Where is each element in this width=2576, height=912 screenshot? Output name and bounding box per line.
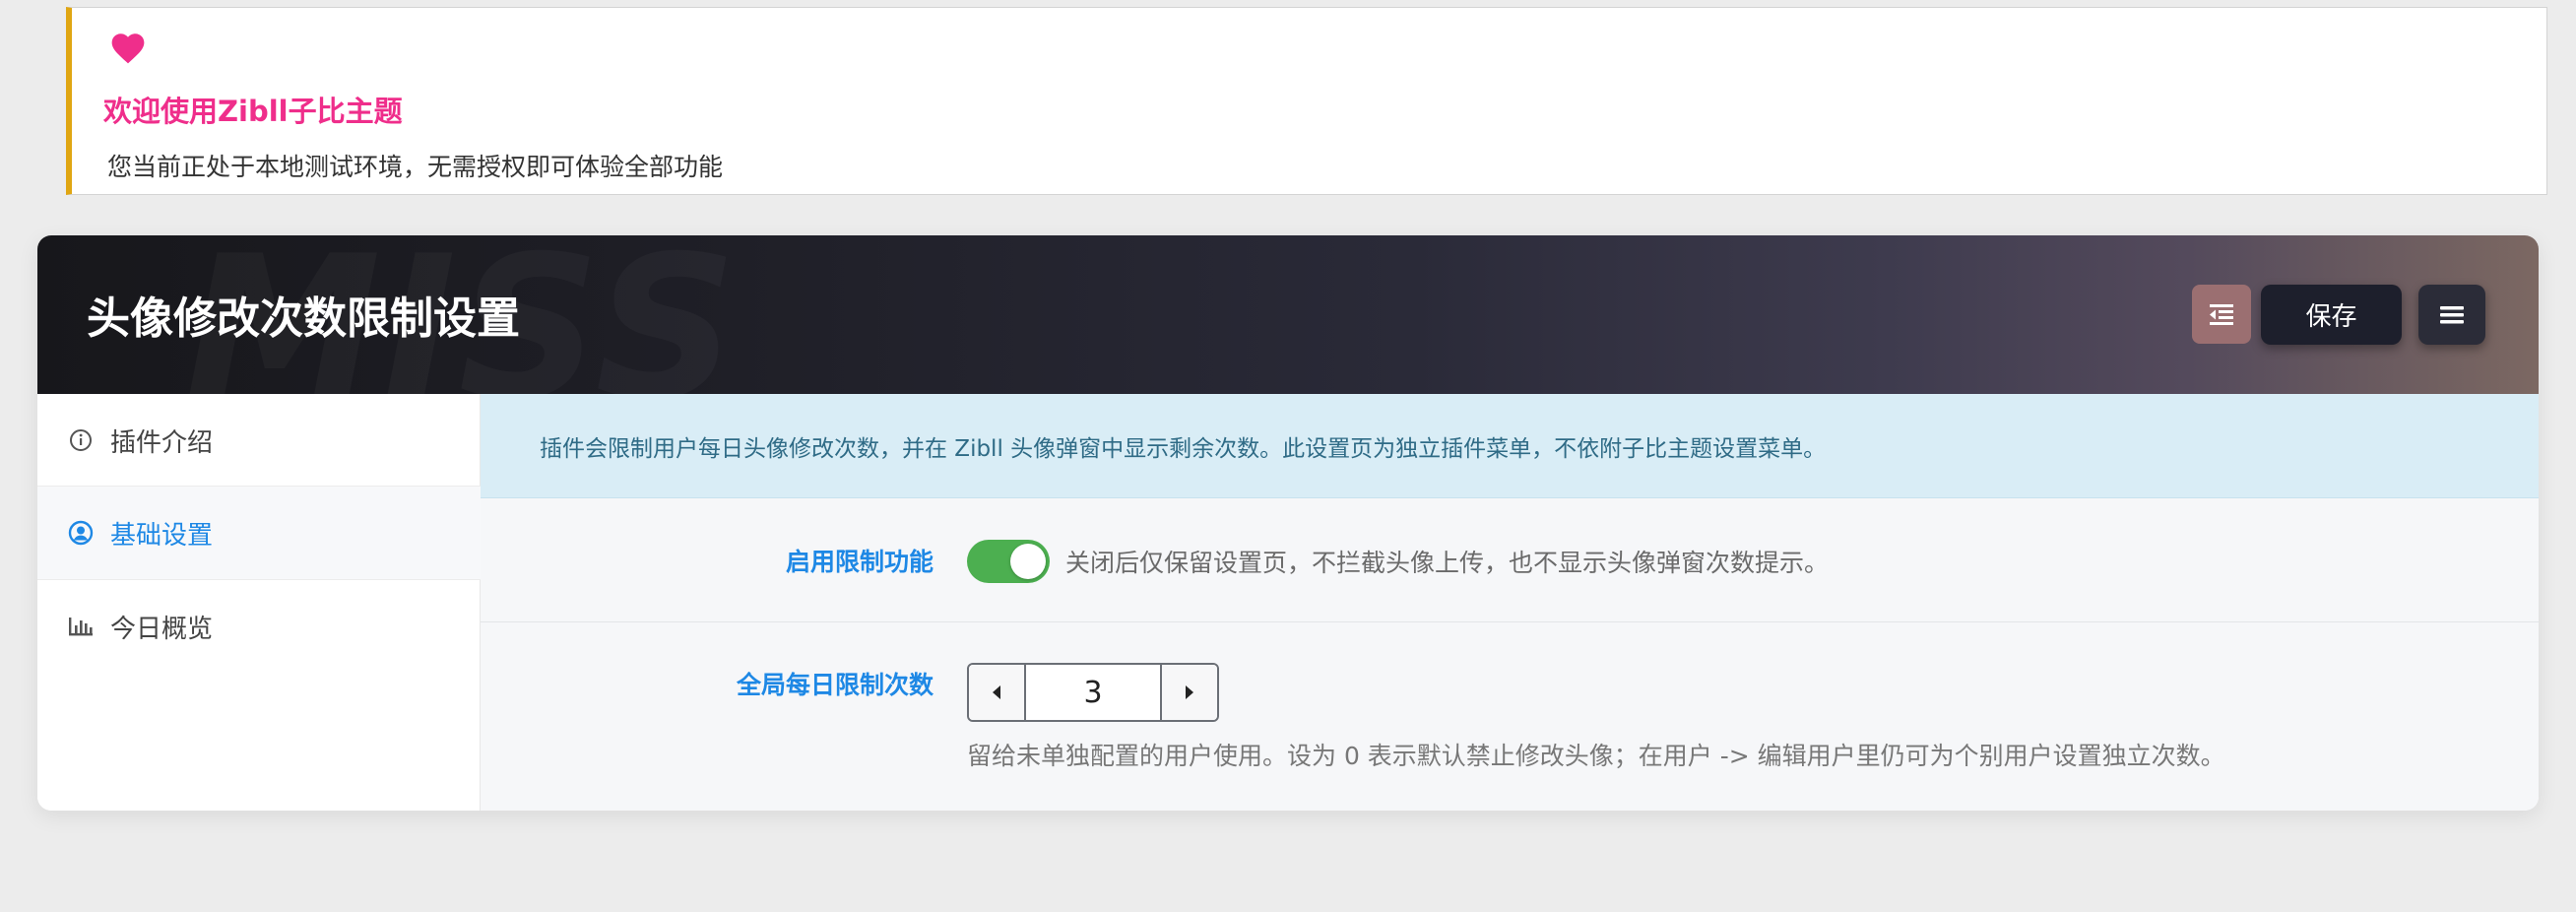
daily-limit-label: 全局每日限制次数: [736, 671, 934, 699]
notice-title: 欢迎使用Zibll子比主题: [103, 95, 403, 128]
info-icon: [67, 426, 95, 454]
welcome-notice: 欢迎使用Zibll子比主题 您当前正处于本地测试环境，无需授权即可体验全部功能: [66, 7, 2547, 195]
sidebar-item-label: 基础设置: [110, 520, 214, 551]
daily-limit-value[interactable]: 3: [1026, 665, 1160, 720]
caret-right-icon: [1186, 685, 1193, 699]
daily-limit-description: 留给未单独配置的用户使用。设为 0 表示默认禁止修改头像；在用户 -> 编辑用户…: [967, 742, 2225, 770]
page-title: 头像修改次数限制设置: [87, 293, 520, 344]
sidebar-item-label: 今日概览: [110, 614, 214, 644]
notice-description: 您当前正处于本地测试环境，无需授权即可体验全部功能: [107, 153, 724, 181]
save-button[interactable]: 保存: [2261, 285, 2402, 345]
toggle-knob: [1010, 544, 1046, 579]
sidebar: 插件介绍 基础设置 今日概览: [37, 394, 481, 811]
daily-limit-stepper[interactable]: 3: [967, 663, 1219, 722]
enable-limit-toggle[interactable]: [967, 540, 1050, 583]
indent-toggle-button[interactable]: [2192, 285, 2251, 344]
decrement-button[interactable]: [969, 665, 1026, 720]
indent-icon: [2210, 304, 2233, 325]
caret-left-icon: [993, 685, 1000, 699]
field-divider: [481, 621, 2539, 622]
heart-icon: [111, 33, 145, 64]
settings-content: 插件会限制用户每日头像修改次数，并在 Zibll 头像弹窗中显示剩余次数。此设置…: [481, 394, 2539, 811]
settings-panel: MISS 头像修改次数限制设置 保存: [37, 235, 2539, 811]
sidebar-item-intro[interactable]: 插件介绍: [37, 394, 481, 487]
sidebar-item-label: 插件介绍: [110, 427, 214, 458]
enable-limit-label: 启用限制功能: [785, 548, 934, 576]
sidebar-item-today-overview[interactable]: 今日概览: [37, 580, 481, 673]
menu-button[interactable]: [2418, 285, 2485, 345]
enable-limit-description: 关闭后仅保留设置页，不拦截头像上传，也不显示头像弹窗次数提示。: [1065, 549, 1830, 577]
sidebar-item-basic-settings[interactable]: 基础设置: [37, 487, 481, 579]
plugin-info-bar: 插件会限制用户每日头像修改次数，并在 Zibll 头像弹窗中显示剩余次数。此设置…: [481, 394, 2539, 498]
menu-icon: [2440, 305, 2464, 323]
panel-header: MISS 头像修改次数限制设置 保存: [37, 235, 2539, 394]
bar-chart-icon: [67, 613, 95, 640]
user-circle-icon: [67, 519, 95, 547]
increment-button[interactable]: [1160, 665, 1217, 720]
